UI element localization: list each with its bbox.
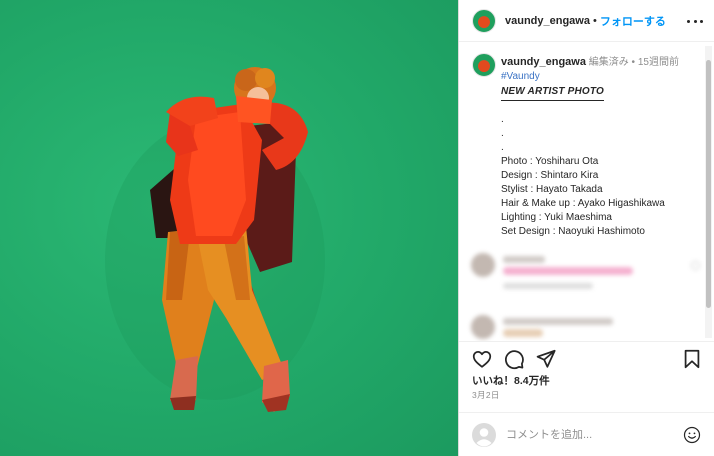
caption-dot: .: [501, 128, 504, 139]
caption-headline: NEW ARTIST PHOTO: [501, 85, 605, 101]
caption-dot: .: [501, 142, 504, 153]
save-icon[interactable]: [681, 348, 703, 370]
comment-composer: [459, 412, 714, 456]
credit-lighting: Lighting : Yuki Maeshima: [501, 212, 612, 223]
edited-label: 編集済み: [588, 57, 629, 68]
comment-input[interactable]: [506, 428, 676, 441]
follow-button[interactable]: フォローする: [600, 13, 666, 29]
header-separator: •: [592, 14, 597, 27]
commenter-avatar-icon: [472, 422, 496, 447]
comment-blurred: [471, 315, 706, 341]
user-avatar[interactable]: [472, 8, 496, 33]
credit-design: Design : Shintaro Kira: [501, 170, 599, 181]
time-ago[interactable]: 15週間前: [638, 57, 679, 68]
post-date[interactable]: 3月2日: [472, 389, 500, 401]
comment-blurred: [471, 253, 706, 297]
comments-area[interactable]: vaundy_engawa 編集済み • 15週間前 #Vaundy NEW A…: [459, 43, 714, 341]
header-username[interactable]: vaundy_engawa: [505, 15, 590, 27]
post-header: vaundy_engawa • フォローする: [459, 0, 714, 42]
caption-username[interactable]: vaundy_engawa: [501, 56, 586, 68]
credit-stylist: Stylist : Hayato Takada: [501, 184, 603, 195]
artist-photo-figure: [105, 67, 325, 412]
comments-scrollbar[interactable]: [705, 46, 712, 338]
credit-hair-makeup: Hair & Make up : Ayako Higashikawa: [501, 198, 665, 209]
post-side-panel: vaundy_engawa • フォローする vaundy_engawa 編集済…: [458, 0, 714, 456]
emoji-icon[interactable]: [683, 426, 701, 444]
like-count[interactable]: いいね！8.4万件: [472, 373, 550, 388]
credit-photo: Photo : Yoshiharu Ota: [501, 156, 599, 167]
caption-dot: .: [501, 114, 504, 125]
comment-icon[interactable]: [503, 348, 525, 370]
post-actions: いいね！8.4万件 3月2日: [459, 341, 714, 409]
caption-separator: •: [631, 57, 636, 68]
caption-avatar[interactable]: [472, 53, 496, 77]
hashtag-link[interactable]: #Vaundy: [501, 70, 706, 84]
caption-text: vaundy_engawa 編集済み • 15週間前 #Vaundy NEW A…: [501, 55, 706, 239]
post-photo[interactable]: [0, 0, 458, 456]
share-icon[interactable]: [535, 348, 557, 370]
credit-set-design: Set Design : Naoyuki Hashimoto: [501, 226, 645, 237]
heart-icon[interactable]: [471, 348, 493, 370]
scrollbar-thumb[interactable]: [706, 60, 711, 308]
more-horizontal-icon[interactable]: [687, 13, 703, 29]
